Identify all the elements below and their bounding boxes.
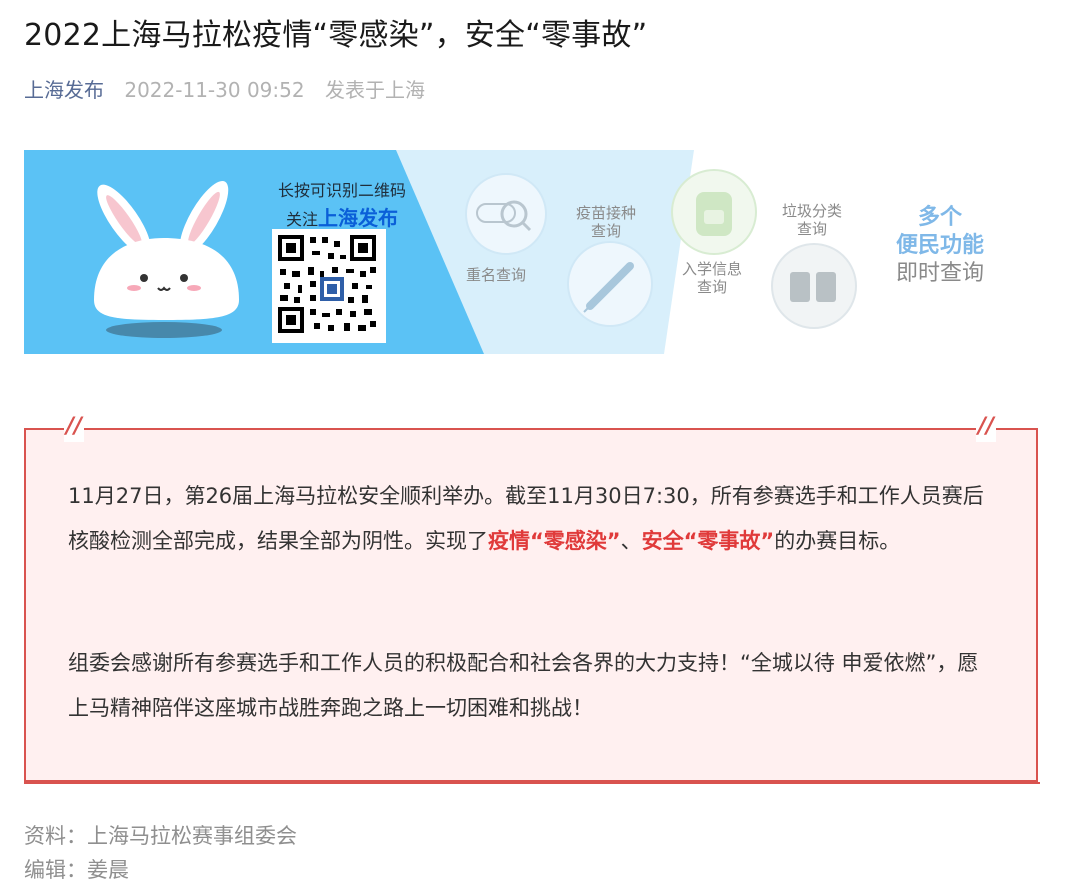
- qr-hint-text: 长按可识别二维码: [278, 181, 407, 200]
- notice-card-bottom-rule: [24, 772, 1040, 784]
- publish-location: 发表于上海: [324, 78, 425, 102]
- follow-account-name: 上海发布: [318, 206, 399, 230]
- promo-line-2: 便民功能: [896, 233, 985, 258]
- trash-bin-icon: [771, 243, 857, 329]
- follow-banner[interactable]: 长按可识别二维码 关注上海发布 重名查询 疫苗接种查询 入学信息查询 垃圾分类查…: [24, 150, 1040, 354]
- highlight-zero-accident: 安全“零事故”: [641, 529, 775, 553]
- editor-credit: 编辑：姜晨: [24, 858, 129, 882]
- banner-background: [24, 150, 1040, 354]
- source-credit: 资料：上海马拉松赛事组委会: [24, 824, 297, 848]
- service-label-school-info: 入学信息查询: [681, 260, 742, 296]
- multi-service-promo: 多个 便民功能 即时查询: [896, 204, 984, 288]
- notice-separator: 、: [620, 529, 642, 553]
- follow-prefix: 关注: [286, 210, 319, 229]
- highlight-zero-infection: 疫情“零感染”: [488, 529, 621, 553]
- quote-mark-right-icon: //: [976, 412, 997, 442]
- quote-mark-left-icon: //: [64, 412, 85, 442]
- notice-paragraph-1: 11月27日，第26届上海马拉松安全顺利举办。截至11月30日7:30，所有参赛…: [68, 474, 998, 564]
- notice-paragraph-2: 组委会感谢所有参赛选手和工作人员的积极配合和社会各界的大力支持！“全城以待 申爱…: [68, 651, 979, 720]
- article-title: 2022上海马拉松疫情“零感染”，安全“零事故”: [24, 18, 648, 53]
- account-name-link[interactable]: 上海发布: [24, 78, 104, 102]
- backpack-icon: [671, 169, 757, 255]
- promo-line-3: 即时查询: [896, 261, 985, 286]
- publish-date: 2022-11-30 09:52: [124, 78, 305, 102]
- follow-text: 关注上海发布: [286, 202, 398, 231]
- promo-line-1: 多个: [918, 205, 963, 230]
- service-label-name-search: 重名查询: [466, 266, 527, 284]
- syringe-icon: [567, 241, 653, 327]
- service-label-garbage-sort: 垃圾分类查询: [781, 202, 842, 238]
- article-meta: 上海发布 2022-11-30 09:52 发表于上海: [24, 74, 425, 103]
- qr-code[interactable]: [272, 229, 386, 343]
- service-label-vaccine: 疫苗接种查询: [575, 204, 636, 240]
- name-search-icon: [465, 173, 547, 255]
- notice-text-b: 的办赛目标。: [774, 529, 901, 553]
- qr-code-icon: [274, 231, 380, 337]
